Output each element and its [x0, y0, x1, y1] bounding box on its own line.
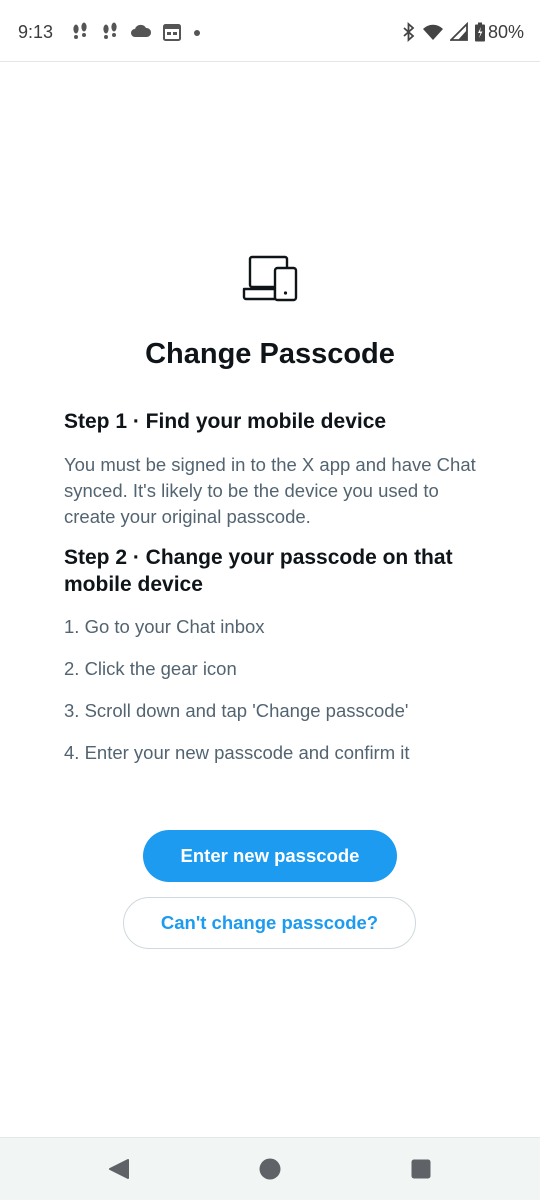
status-time: 9:13: [18, 22, 54, 42]
devices-icon: [242, 254, 300, 304]
page-title: Change Passcode: [145, 338, 395, 370]
notification-icons: [70, 22, 212, 42]
list-item: 3. Scroll down and tap 'Change passcode': [64, 700, 409, 721]
cloud-icon: [130, 22, 152, 42]
cant-change-passcode-button[interactable]: Can't change passcode?: [123, 897, 416, 949]
status-bar: 9:13 80%: [0, 0, 540, 62]
home-icon[interactable]: [259, 1158, 281, 1180]
step1-description: You must be signed in to the X app and h…: [64, 454, 476, 527]
list-item: 1. Go to your Chat inbox: [64, 616, 265, 637]
system-nav-bar: [0, 1137, 540, 1200]
screen: 9:13 80% Change Passcode Step 1 · Find y…: [0, 0, 540, 1200]
system-status-icons: 80%: [396, 21, 524, 43]
back-icon[interactable]: [108, 1158, 130, 1180]
bluetooth-icon: [402, 21, 416, 43]
wifi-icon: [422, 22, 444, 42]
battery-icon: [474, 22, 486, 42]
step2-instructions: 1. Go to your Chat inbox 2. Click the ge…: [64, 614, 410, 782]
list-item: 2. Click the gear icon: [64, 658, 237, 679]
footsteps-icon: [100, 22, 120, 42]
step1-heading: Step 1 · Find your mobile device: [64, 410, 387, 433]
calendar-icon: [162, 22, 182, 42]
recents-icon[interactable]: [411, 1159, 431, 1179]
footsteps-icon: [70, 22, 90, 42]
list-item: 4. Enter your new passcode and confirm i…: [64, 742, 410, 763]
battery-percentage: 80%: [487, 22, 524, 42]
step2-heading: Step 2 · Change your passcode on that mo…: [64, 546, 453, 596]
dot-icon: [192, 22, 202, 42]
enter-new-passcode-button[interactable]: Enter new passcode: [143, 830, 397, 882]
cell-signal-icon: [448, 21, 468, 42]
